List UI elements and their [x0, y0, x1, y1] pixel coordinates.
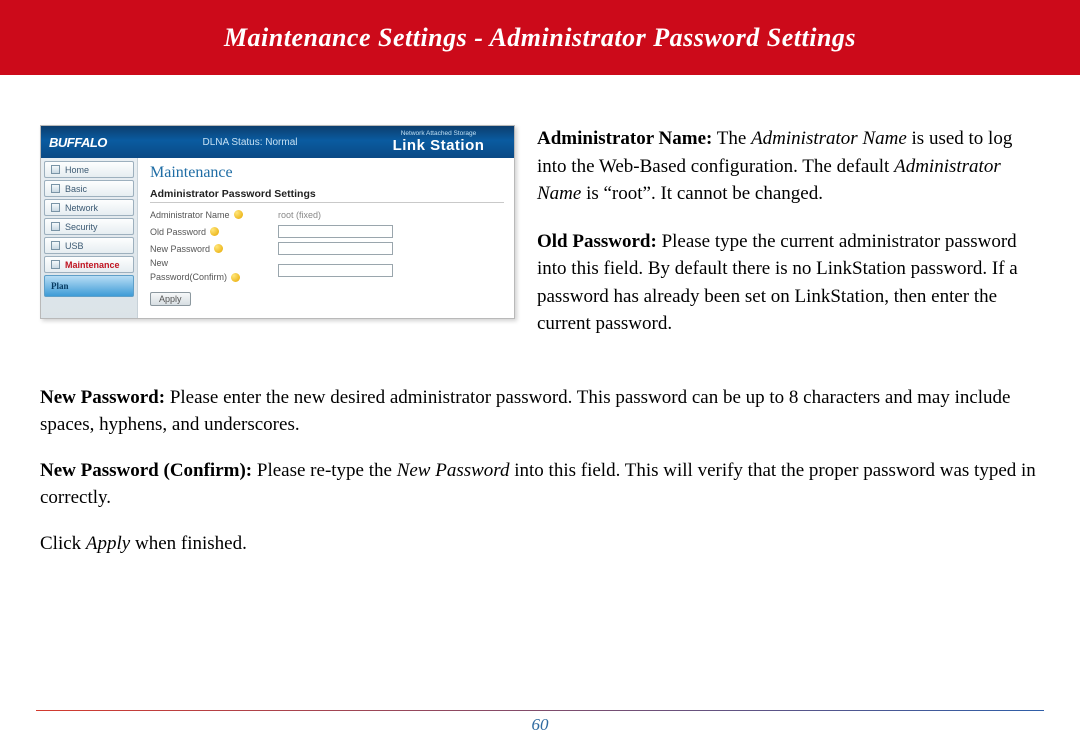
brand-title: Link Station: [369, 138, 508, 153]
nav-basic-label: Basic: [65, 184, 87, 194]
full-width-descriptions: New Password: Please enter the new desir…: [40, 384, 1040, 558]
help-icon[interactable]: [210, 227, 219, 236]
desc-apply: Click Apply when finished.: [40, 530, 1040, 558]
manual-page: Maintenance Settings - Administrator Pas…: [0, 0, 1080, 747]
row-admin-name: Administrator Name root (fixed): [150, 207, 504, 222]
help-icon[interactable]: [231, 273, 240, 282]
row-old-password: Old Password: [150, 224, 504, 239]
nav-maintenance-label: Maintenance: [65, 260, 120, 270]
sidebar-nav: Home Basic Network Security USB Maintena…: [41, 158, 137, 318]
desc-admin-name: Administrator Name: The Administrator Na…: [537, 125, 1040, 208]
linkstation-header: BUFFALO DLNA Status: Normal Network Atta…: [41, 126, 514, 158]
desc-apply-italic: Apply: [86, 533, 130, 554]
label-new-password-text: New Password: [150, 244, 210, 254]
label-confirm-line1: New: [150, 258, 168, 268]
nav-home[interactable]: Home: [44, 161, 134, 178]
section-title: Administrator Password Settings: [150, 188, 504, 203]
nav-basic[interactable]: Basic: [44, 180, 134, 197]
header-band: Maintenance Settings - Administrator Pas…: [0, 0, 1080, 75]
dlna-status: DLNA Status: Normal: [131, 137, 369, 148]
nav-home-label: Home: [65, 165, 89, 175]
desc-new-pw-text: Please enter the new desired administrat…: [40, 387, 1011, 436]
apply-button[interactable]: Apply: [150, 292, 191, 306]
buffalo-logo: BUFFALO: [41, 135, 131, 150]
help-icon[interactable]: [234, 210, 243, 219]
new-password-input[interactable]: [278, 242, 393, 255]
page-footer: 60: [0, 710, 1080, 735]
desc-new-password: New Password: Please enter the new desir…: [40, 384, 1040, 439]
label-admin-name: Administrator Name: [150, 210, 278, 220]
nav-plan[interactable]: Plan: [44, 275, 134, 297]
desc-admin-name-t3: is “root”. It cannot be changed.: [581, 183, 823, 204]
label-old-password: Old Password: [150, 227, 278, 237]
embedded-screenshot: BUFFALO DLNA Status: Normal Network Atta…: [40, 125, 515, 319]
desc-confirm-password: New Password (Confirm): Please re-type t…: [40, 457, 1040, 512]
content-area: BUFFALO DLNA Status: Normal Network Atta…: [0, 75, 1080, 558]
maintenance-panel: Maintenance Administrator Password Setti…: [137, 158, 514, 318]
footer-divider: [36, 710, 1044, 711]
top-row: BUFFALO DLNA Status: Normal Network Atta…: [40, 125, 1040, 358]
desc-admin-name-i1: Administrator Name: [751, 128, 907, 149]
desc-confirm-bold: New Password (Confirm):: [40, 460, 252, 481]
desc-apply-t1: Click: [40, 533, 86, 554]
panel-title: Maintenance: [150, 164, 504, 182]
nav-network-label: Network: [65, 203, 98, 213]
label-confirm-password: New Password(Confirm): [150, 258, 278, 282]
help-icon[interactable]: [214, 244, 223, 253]
old-password-input[interactable]: [278, 225, 393, 238]
confirm-password-input[interactable]: [278, 264, 393, 277]
nav-maintenance[interactable]: Maintenance: [44, 256, 134, 273]
nav-security-label: Security: [65, 222, 98, 232]
page-number: 60: [0, 715, 1080, 735]
page-title: Maintenance Settings - Administrator Pas…: [224, 23, 856, 53]
nav-usb-label: USB: [65, 241, 84, 251]
description-column: Administrator Name: The Administrator Na…: [537, 125, 1040, 358]
desc-admin-name-t1: The: [712, 128, 751, 149]
nav-security[interactable]: Security: [44, 218, 134, 235]
label-old-password-text: Old Password: [150, 227, 206, 237]
admin-name-value: root (fixed): [278, 210, 321, 220]
desc-new-pw-bold: New Password:: [40, 387, 165, 408]
desc-confirm-italic: New Password: [397, 460, 510, 481]
linkstation-brand: Network Attached Storage Link Station: [369, 131, 514, 153]
desc-old-pw-bold: Old Password:: [537, 231, 657, 252]
linkstation-body: Home Basic Network Security USB Maintena…: [41, 158, 514, 318]
nav-plan-label: Plan: [51, 281, 69, 291]
label-confirm-line2: Password(Confirm): [150, 272, 227, 282]
nav-usb[interactable]: USB: [44, 237, 134, 254]
desc-old-password: Old Password: Please type the current ad…: [537, 228, 1040, 338]
desc-admin-name-bold: Administrator Name:: [537, 128, 712, 149]
row-confirm-password: New Password(Confirm): [150, 258, 504, 282]
desc-apply-t2: when finished.: [130, 533, 247, 554]
label-new-password: New Password: [150, 244, 278, 254]
row-new-password: New Password: [150, 241, 504, 256]
desc-confirm-t1: Please re-type the: [252, 460, 397, 481]
label-admin-name-text: Administrator Name: [150, 210, 230, 220]
nav-network[interactable]: Network: [44, 199, 134, 216]
